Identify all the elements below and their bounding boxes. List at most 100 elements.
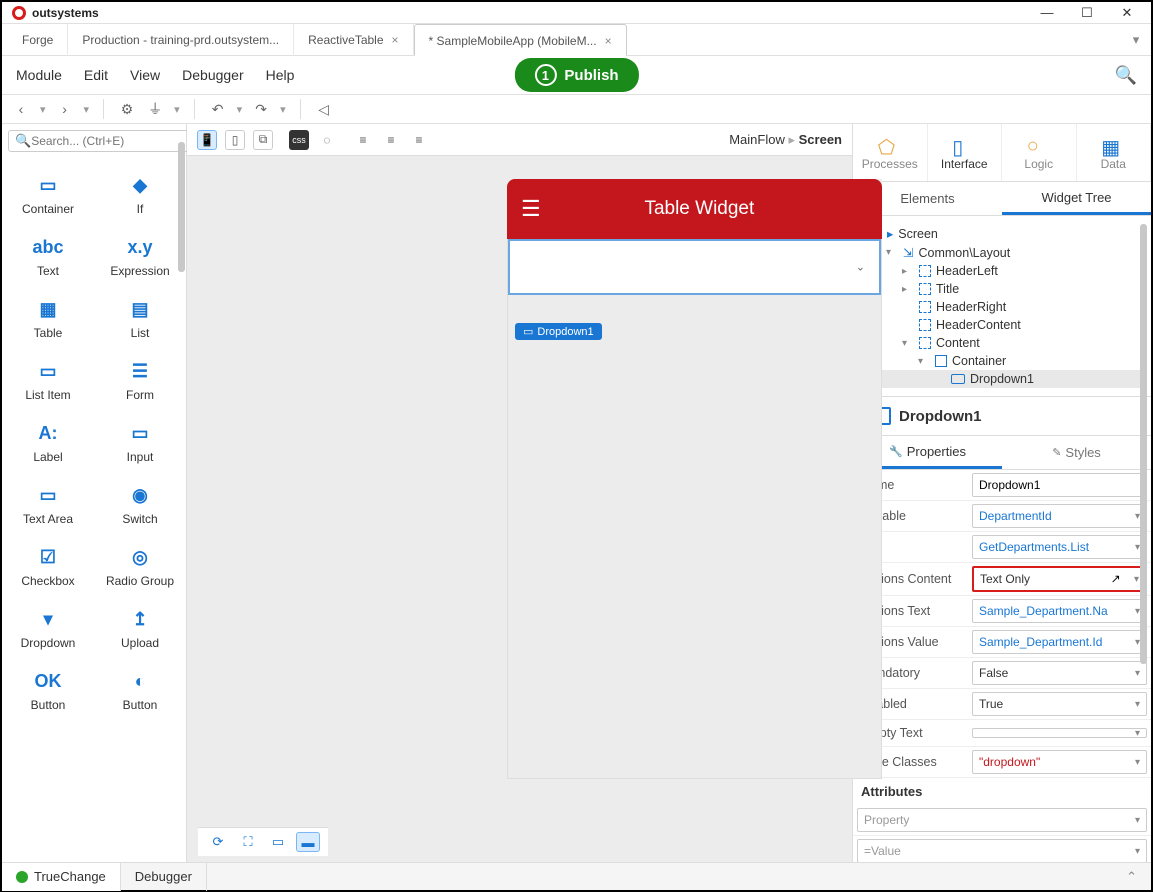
device-phone-button[interactable]: 📱 [197, 130, 217, 150]
maximize-button[interactable]: ☐ [1067, 2, 1107, 24]
toolbox-list[interactable]: ▤List [94, 288, 186, 350]
app-tab-processes[interactable]: ⬠Processes [853, 124, 928, 181]
toolbox-switch[interactable]: ◉Switch [94, 474, 186, 536]
menu-view[interactable]: View [130, 67, 160, 83]
toolbox-upload[interactable]: ↥Upload [94, 598, 186, 660]
publish-button[interactable]: 1 Publish [514, 58, 638, 92]
tree-node[interactable]: HeaderRight [857, 298, 1147, 316]
expand-icon[interactable]: ▾ [886, 247, 898, 258]
prop-tab-styles[interactable]: ✎Styles [1002, 436, 1151, 469]
canvas-breadcrumb[interactable]: MainFlow ▸ Screen [729, 132, 842, 148]
theme-icon[interactable]: ◌ [317, 130, 337, 150]
tabs-overflow-button[interactable]: ▾ [1121, 32, 1151, 48]
device-wide-button[interactable]: ⧉ [253, 130, 273, 150]
truechange-tab[interactable]: TrueChange [2, 863, 121, 891]
view-mode-4[interactable]: ▬ [296, 832, 320, 852]
toolbox-search[interactable]: 🔍 [8, 130, 193, 152]
statusbar-expand-button[interactable]: ⌃ [1126, 869, 1137, 885]
feedback-icon[interactable]: ◁ [315, 100, 333, 118]
expand-icon[interactable]: ▸ [902, 266, 914, 277]
attr-select[interactable]: = Value [857, 839, 1147, 862]
toolbox-scrollbar[interactable] [178, 142, 185, 272]
file-tab[interactable]: ReactiveTable× [294, 24, 413, 56]
device-tablet-button[interactable]: ▯ [225, 130, 245, 150]
tree-node[interactable]: ▸HeaderLeft [857, 262, 1147, 280]
toolbox-list-item[interactable]: ▭List Item [2, 350, 94, 412]
app-tab-data[interactable]: ▦Data [1077, 124, 1152, 181]
align-center-icon[interactable]: ≡ [381, 130, 401, 150]
file-tab[interactable]: Production - training-prd.outsystem... [68, 24, 294, 56]
expand-icon[interactable]: ▾ [918, 356, 930, 367]
file-tab[interactable]: * SampleMobileApp (MobileM...× [414, 24, 627, 56]
tree-node[interactable]: Dropdown1 [857, 370, 1147, 388]
toolbox-dropdown[interactable]: ▾Dropdown [2, 598, 94, 660]
view-mode-2[interactable]: ⛶ [236, 832, 260, 852]
menu-edit[interactable]: Edit [84, 67, 108, 83]
toolbox-button[interactable]: OKButton [2, 660, 94, 722]
tree-node[interactable]: ▾⇲Common\Layout [857, 243, 1147, 262]
tree-node[interactable]: ▾Container [857, 352, 1147, 370]
app-tab-interface[interactable]: ▯Interface [928, 124, 1003, 181]
prop-select[interactable]: GetDepartments.List [972, 535, 1147, 559]
toolbox-if[interactable]: ◆If [94, 164, 186, 226]
prop-select[interactable] [972, 728, 1147, 738]
toolbox-label[interactable]: A:Label [2, 412, 94, 474]
close-button[interactable]: ✕ [1107, 2, 1147, 24]
toolbox-form[interactable]: ☰Form [94, 350, 186, 412]
sub-tab-widget-tree[interactable]: Widget Tree [1002, 182, 1151, 215]
view-mode-1[interactable]: ⟳ [206, 832, 230, 852]
minimize-button[interactable]: — [1027, 2, 1067, 24]
expand-icon[interactable]: ▸ [902, 284, 914, 295]
dropdown-widget[interactable]: ⌄ [508, 239, 881, 295]
table-icon: ▦ [34, 298, 62, 320]
nav-forward-button[interactable]: › [56, 100, 74, 118]
hamburger-icon[interactable]: ☰ [521, 196, 541, 222]
list-item-icon: ▭ [34, 360, 62, 382]
toolbox-checkbox[interactable]: ☑Checkbox [2, 536, 94, 598]
toolbox-radio-group[interactable]: ◎Radio Group [94, 536, 186, 598]
settings-icon[interactable]: ⚙ [118, 100, 136, 118]
prop-select[interactable]: Sample_Department.Id [972, 630, 1147, 654]
css-button[interactable]: css [289, 130, 309, 150]
prop-select[interactable]: Sample_Department.Na [972, 599, 1147, 623]
redo-button[interactable]: ↷ [252, 100, 270, 118]
plug-icon[interactable]: ⏚ [146, 100, 164, 118]
selection-tag[interactable]: ▭ Dropdown1 [515, 323, 602, 340]
prop-row-list: ListGetDepartments.List [853, 532, 1151, 563]
tree-node[interactable]: HeaderContent [857, 316, 1147, 334]
tree-node[interactable]: ▸Title [857, 280, 1147, 298]
view-mode-3[interactable]: ▭ [266, 832, 290, 852]
align-right-icon[interactable]: ≡ [409, 130, 429, 150]
prop-input[interactable] [972, 473, 1147, 497]
app-tab-logic[interactable]: ○Logic [1002, 124, 1077, 181]
prop-select[interactable]: DepartmentId [972, 504, 1147, 528]
nav-back-button[interactable]: ‹ [12, 100, 30, 118]
global-search-icon[interactable]: 🔍 [1115, 65, 1137, 86]
toolbox-text[interactable]: abcText [2, 226, 94, 288]
prop-select[interactable]: "dropdown" [972, 750, 1147, 774]
menu-help[interactable]: Help [266, 67, 295, 83]
close-icon[interactable]: × [392, 33, 399, 47]
align-left-icon[interactable]: ≡ [353, 130, 373, 150]
undo-button[interactable]: ↶ [209, 100, 227, 118]
tree-node[interactable]: ▾Content [857, 334, 1147, 352]
attr-select[interactable]: Property [857, 808, 1147, 832]
right-scrollbar[interactable] [1140, 224, 1147, 664]
prop-select[interactable]: False [972, 661, 1147, 685]
close-icon[interactable]: × [605, 34, 612, 48]
prop-select[interactable]: True [972, 692, 1147, 716]
prop-select[interactable]: Text Only↖ [972, 566, 1147, 592]
file-tab[interactable]: Forge [8, 24, 68, 56]
tree-node[interactable]: ▸Screen [857, 224, 1147, 243]
toolbox-text-area[interactable]: ▭Text Area [2, 474, 94, 536]
toolbox-container[interactable]: ▭Container [2, 164, 94, 226]
toolbox-search-input[interactable] [31, 134, 186, 148]
menu-module[interactable]: Module [16, 67, 62, 83]
toolbox-button[interactable]: ◐Button [94, 660, 186, 722]
toolbox-table[interactable]: ▦Table [2, 288, 94, 350]
toolbox-input[interactable]: ▭Input [94, 412, 186, 474]
debugger-tab[interactable]: Debugger [121, 863, 207, 891]
toolbox-expression[interactable]: x.yExpression [94, 226, 186, 288]
expand-icon[interactable]: ▾ [902, 338, 914, 349]
menu-debugger[interactable]: Debugger [182, 67, 244, 83]
